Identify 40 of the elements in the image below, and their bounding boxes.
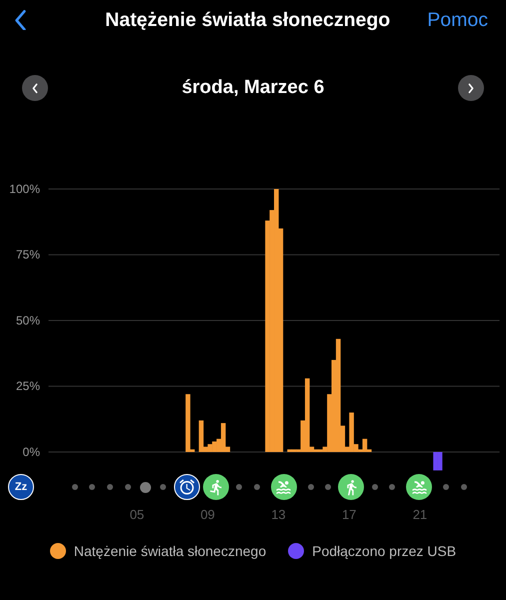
page-title: Natężenie światła słonecznego	[104, 8, 392, 32]
axis-label: 25%	[16, 379, 40, 394]
timeline-dot	[460, 484, 467, 490]
help-link[interactable]: Pomoc	[427, 8, 488, 32]
sleep-icon[interactable]: Zz	[8, 474, 34, 500]
timeline-dot	[389, 484, 396, 490]
next-day-button[interactable]	[458, 75, 484, 101]
date-label: środa, Marzec 6	[182, 77, 324, 99]
hour-label: 13	[271, 507, 286, 522]
timeline-dot	[124, 484, 131, 490]
axis-label: 75%	[16, 248, 40, 262]
legend-label: Natężenie światła słonecznego	[74, 543, 266, 559]
hour-label: 05	[130, 507, 144, 522]
hour-label: 17	[342, 507, 356, 522]
axis-label: 50%	[16, 314, 40, 328]
hour-label: 21	[412, 507, 428, 522]
timeline-dot	[236, 484, 242, 490]
timeline-dot	[308, 484, 314, 490]
timeline-dot	[160, 484, 166, 490]
axis-label: 0%	[22, 445, 40, 459]
timeline-dot	[325, 484, 332, 490]
timeline-dot	[72, 484, 78, 490]
swimmer-icon[interactable]	[406, 474, 432, 500]
axis-label: 100%	[9, 182, 40, 196]
swimmer-icon[interactable]	[270, 474, 297, 500]
chevron-right-icon	[466, 82, 475, 94]
walking-icon[interactable]	[338, 474, 364, 500]
chevron-left-icon	[31, 82, 39, 94]
hour-label: 09	[200, 507, 215, 522]
running-icon[interactable]	[203, 474, 230, 500]
timeline-dot	[140, 482, 151, 492]
timeline-dot	[89, 484, 96, 490]
previous-day-button[interactable]	[22, 75, 48, 101]
timeline-dot	[106, 484, 113, 490]
timeline-dot	[254, 484, 260, 490]
chevron-left-icon	[14, 10, 27, 30]
timeline-dot	[372, 484, 378, 490]
legend-label: Podłączono przez USB	[312, 543, 456, 559]
alarm-clock-icon[interactable]	[174, 474, 200, 500]
timeline-dot	[442, 484, 449, 490]
